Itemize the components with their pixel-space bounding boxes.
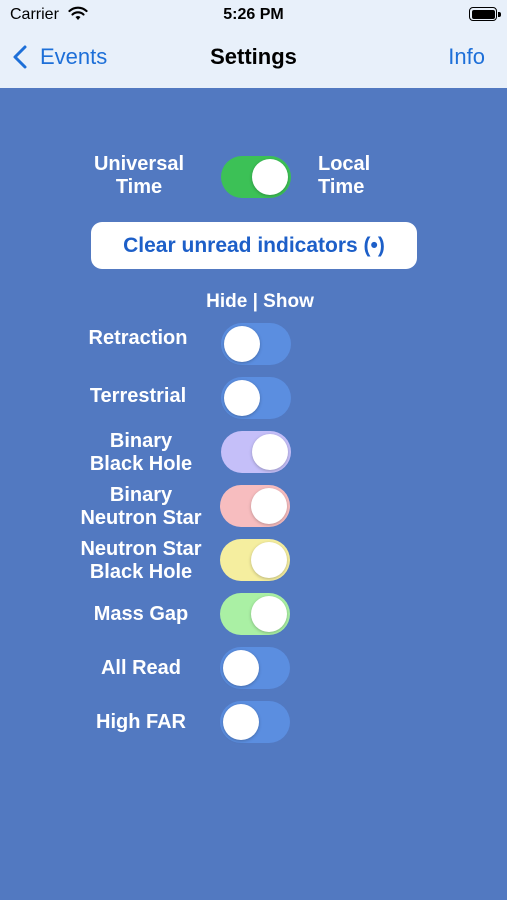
toggle-knob: [223, 704, 259, 740]
local-time-label: Local Time: [318, 153, 371, 198]
toggle-knob: [252, 159, 288, 195]
filter-toggle-high-far[interactable]: [220, 701, 290, 743]
status-bar: Carrier 5:26 PM: [0, 0, 507, 30]
clock: 5:26 PM: [223, 6, 284, 23]
toggle-knob: [223, 650, 259, 686]
filter-label-retraction: Retraction: [88, 327, 188, 349]
filter-label-terrestrial: Terrestrial: [89, 385, 187, 407]
filter-label-binary-black-hole: Binary Black Hole: [89, 430, 193, 475]
time-zone-toggle[interactable]: [221, 156, 291, 198]
toggle-knob: [251, 596, 287, 632]
hide-show-header: Hide | Show: [206, 291, 314, 312]
filter-label-all-read: All Read: [100, 657, 182, 679]
filter-toggle-binary-black-hole[interactable]: [221, 431, 291, 473]
filter-toggle-neutron-star-black-hole[interactable]: [220, 539, 290, 581]
filter-label-high-far: High FAR: [96, 711, 186, 733]
toggle-knob: [252, 434, 288, 470]
navigation-bar: Events Settings Info: [0, 30, 507, 88]
universal-time-label: Universal Time: [93, 153, 185, 198]
filter-toggle-terrestrial[interactable]: [221, 377, 291, 419]
filter-toggle-binary-neutron-star[interactable]: [220, 485, 290, 527]
toggle-knob: [224, 326, 260, 362]
filter-toggle-all-read[interactable]: [220, 647, 290, 689]
back-label: Events: [40, 44, 108, 69]
filter-toggle-retraction[interactable]: [221, 323, 291, 365]
back-button[interactable]: Events: [10, 42, 107, 72]
toggle-knob: [224, 380, 260, 416]
filter-toggle-mass-gap[interactable]: [220, 593, 290, 635]
clear-unread-button[interactable]: Clear unread indicators (•): [91, 222, 417, 269]
chevron-left-icon: [13, 45, 27, 69]
filter-label-binary-neutron-star: Binary Neutron Star: [80, 484, 202, 529]
info-button[interactable]: Info: [448, 44, 485, 70]
filter-label-neutron-star-black-hole: Neutron Star Black Hole: [80, 538, 202, 583]
filter-label-mass-gap: Mass Gap: [93, 603, 189, 625]
toggle-knob: [251, 488, 287, 524]
battery-icon: [469, 7, 501, 21]
toggle-knob: [251, 542, 287, 578]
